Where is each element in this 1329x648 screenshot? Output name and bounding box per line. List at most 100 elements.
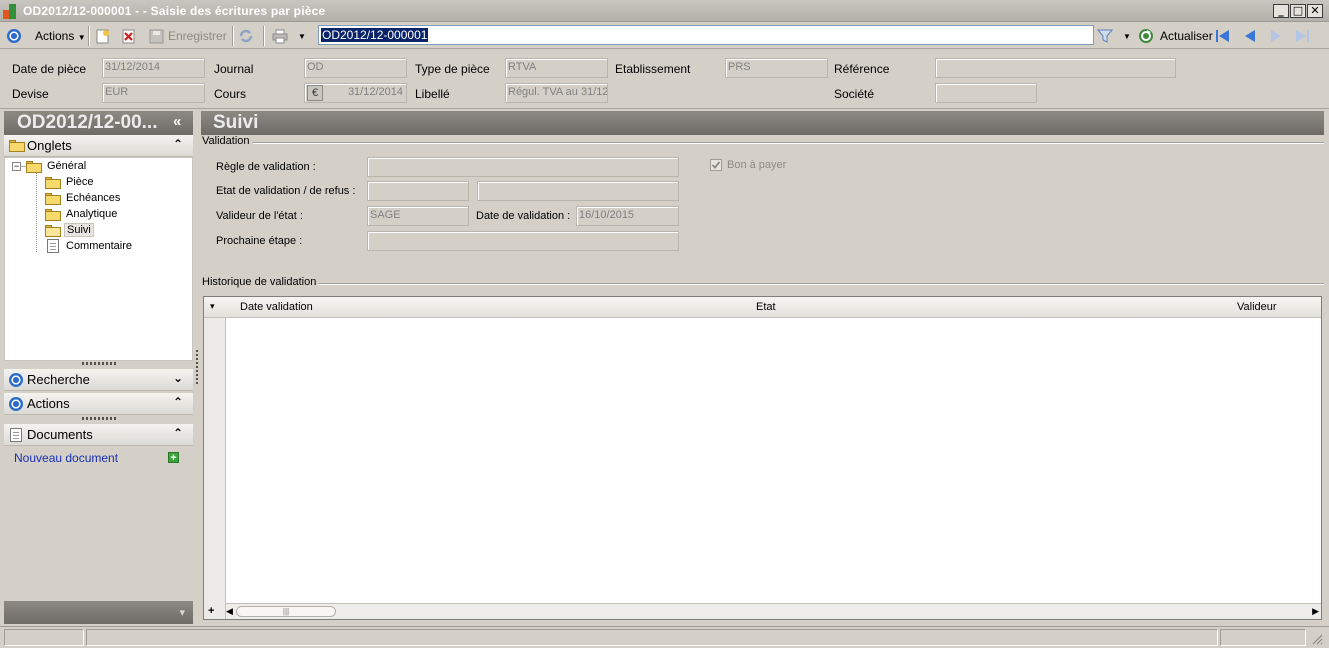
scroll-left-icon[interactable]: ◀ xyxy=(226,606,233,617)
vertical-splitter-grip[interactable] xyxy=(196,350,198,384)
resize-grip-icon[interactable] xyxy=(1311,633,1323,645)
column-valideur[interactable]: Valideur xyxy=(1237,301,1277,313)
devise-label: Devise xyxy=(12,87,49,101)
add-document-icon[interactable]: + xyxy=(168,452,179,464)
chevron-up-icon[interactable]: ⌃ xyxy=(173,395,183,409)
date-piece-field[interactable]: 31/12/2014 xyxy=(102,58,205,78)
validation-group-label: Validation xyxy=(202,135,250,147)
group-divider xyxy=(253,142,1324,143)
chevron-up-icon[interactable]: ⌃ xyxy=(173,426,183,440)
date-validation-label: Date de validation : xyxy=(476,210,571,222)
filter-icon[interactable] xyxy=(1097,28,1113,44)
devise-field[interactable]: EUR xyxy=(102,83,205,103)
type-piece-field[interactable]: RTVA xyxy=(505,58,608,78)
delete-icon[interactable] xyxy=(121,28,137,44)
journal-label: Journal xyxy=(214,62,254,76)
next-record-icon[interactable] xyxy=(1268,28,1284,44)
chevron-up-icon[interactable]: ⌃ xyxy=(173,137,183,151)
last-record-icon[interactable] xyxy=(1294,28,1310,44)
tree-item-analytique[interactable]: Analytique xyxy=(66,208,117,220)
splitter-grip[interactable] xyxy=(82,362,116,365)
chevron-down-icon[interactable]: ⌄ xyxy=(173,371,183,385)
tree-expander-icon[interactable]: − xyxy=(12,162,21,171)
status-bar xyxy=(0,626,1329,648)
tree-item-piece[interactable]: Pièce xyxy=(66,176,94,188)
column-menu-icon[interactable]: ▾ xyxy=(210,301,215,312)
tree-item-echeances[interactable]: Echéances xyxy=(66,192,120,204)
currency-icon[interactable]: € xyxy=(307,85,323,101)
column-date-validation[interactable]: Date validation xyxy=(240,301,313,313)
bon-a-payer-checkbox[interactable] xyxy=(710,159,722,171)
save-icon[interactable] xyxy=(148,28,164,44)
maximize-button[interactable]: □ xyxy=(1290,4,1306,18)
journal-field[interactable]: OD xyxy=(304,58,407,78)
prochaine-etape-field[interactable] xyxy=(367,231,679,251)
grid-header: ▾ Date validation Etat Valideur xyxy=(204,297,1321,318)
new-document-icon[interactable] xyxy=(95,28,111,44)
print-dropdown-icon[interactable]: ▼ xyxy=(298,32,306,41)
type-piece-label: Type de pièce xyxy=(415,62,490,76)
bon-a-payer-label: Bon à payer xyxy=(727,159,787,171)
group-divider xyxy=(318,283,1324,284)
open-folder-icon xyxy=(45,225,61,237)
add-row-icon[interactable]: + xyxy=(208,605,214,617)
validation-history-grid[interactable]: ▾ Date validation Etat Valideur + ◀ ||| … xyxy=(203,296,1322,620)
document-number-input[interactable]: OD2012/12-000001 xyxy=(318,25,1094,45)
section-onglets[interactable]: Onglets ⌃ xyxy=(4,135,193,157)
reference-field[interactable] xyxy=(935,58,1176,78)
section-recherche[interactable]: Recherche ⌄ xyxy=(4,369,193,391)
date-validation-field[interactable]: 16/10/2015 xyxy=(576,206,679,226)
valideur-etat-label: Valideur de l'état : xyxy=(216,210,303,222)
valideur-etat-field[interactable]: SAGE xyxy=(367,206,469,226)
folder-icon xyxy=(45,193,61,205)
filter-dropdown-icon[interactable]: ▼ xyxy=(1123,32,1131,41)
status-cell xyxy=(1220,629,1306,646)
section-documents[interactable]: Documents ⌃ xyxy=(4,424,193,446)
actions-icon[interactable] xyxy=(6,28,22,44)
column-etat[interactable]: Etat xyxy=(756,301,776,313)
actions-menu-button[interactable]: Actions ▼ xyxy=(35,29,86,43)
save-button[interactable]: Enregistrer xyxy=(168,29,227,43)
tree-item-commentaire[interactable]: Commentaire xyxy=(66,240,132,252)
societe-field[interactable] xyxy=(935,83,1037,103)
horizontal-scrollbar[interactable]: + ◀ ||| ▶ xyxy=(208,603,1321,619)
previous-record-icon[interactable] xyxy=(1242,28,1258,44)
window-title: OD2012/12-000001 - - Saisie des écriture… xyxy=(23,4,326,18)
reference-label: Référence xyxy=(834,62,890,76)
tree-item-general[interactable]: Général xyxy=(47,160,86,172)
main-section-title: Suivi xyxy=(201,111,1324,135)
tree-item-suivi[interactable]: Suivi xyxy=(64,223,94,237)
minimize-button[interactable]: _ xyxy=(1273,4,1289,18)
regle-validation-field[interactable] xyxy=(367,157,679,177)
left-panel-footer: ▾ xyxy=(4,601,193,624)
new-document-link[interactable]: Nouveau document xyxy=(14,451,118,465)
search-ring-icon xyxy=(9,373,23,387)
title-bar: OD2012/12-000001 - - Saisie des écriture… xyxy=(0,0,1329,22)
collapse-panel-button[interactable]: « xyxy=(173,113,181,130)
status-cell xyxy=(4,629,84,646)
left-panel-title: OD2012/12-00... xyxy=(4,111,193,135)
first-record-icon[interactable] xyxy=(1215,28,1231,44)
etat-refus-field[interactable] xyxy=(477,181,679,201)
refresh-icon[interactable] xyxy=(1138,28,1154,44)
prochaine-etape-label: Prochaine étape : xyxy=(216,235,303,247)
scroll-right-icon[interactable]: ▶ xyxy=(1312,606,1319,617)
libelle-label: Libellé xyxy=(415,87,450,101)
sync-icon[interactable] xyxy=(238,28,254,44)
libelle-field[interactable]: Régul. TVA au 31/12 xyxy=(505,83,608,103)
grid-row-header-column xyxy=(204,297,226,619)
etablissement-field[interactable]: PRS xyxy=(725,58,828,78)
etat-validation-field[interactable] xyxy=(367,181,469,201)
cours-label: Cours xyxy=(214,87,247,101)
panel-menu-arrow-icon[interactable]: ▾ xyxy=(179,606,185,619)
documents-label: Documents xyxy=(27,427,93,442)
splitter-grip[interactable] xyxy=(82,417,116,420)
section-actions[interactable]: Actions ⌃ xyxy=(4,393,193,415)
cours-field[interactable]: € 31/12/2014 xyxy=(304,83,407,103)
print-icon[interactable] xyxy=(272,28,288,44)
refresh-button[interactable]: Actualiser xyxy=(1160,29,1213,43)
toolbar-separator xyxy=(232,26,233,46)
close-button[interactable]: ✕ xyxy=(1307,4,1323,18)
scroll-thumb[interactable]: ||| xyxy=(236,606,336,617)
document-icon xyxy=(47,239,59,253)
